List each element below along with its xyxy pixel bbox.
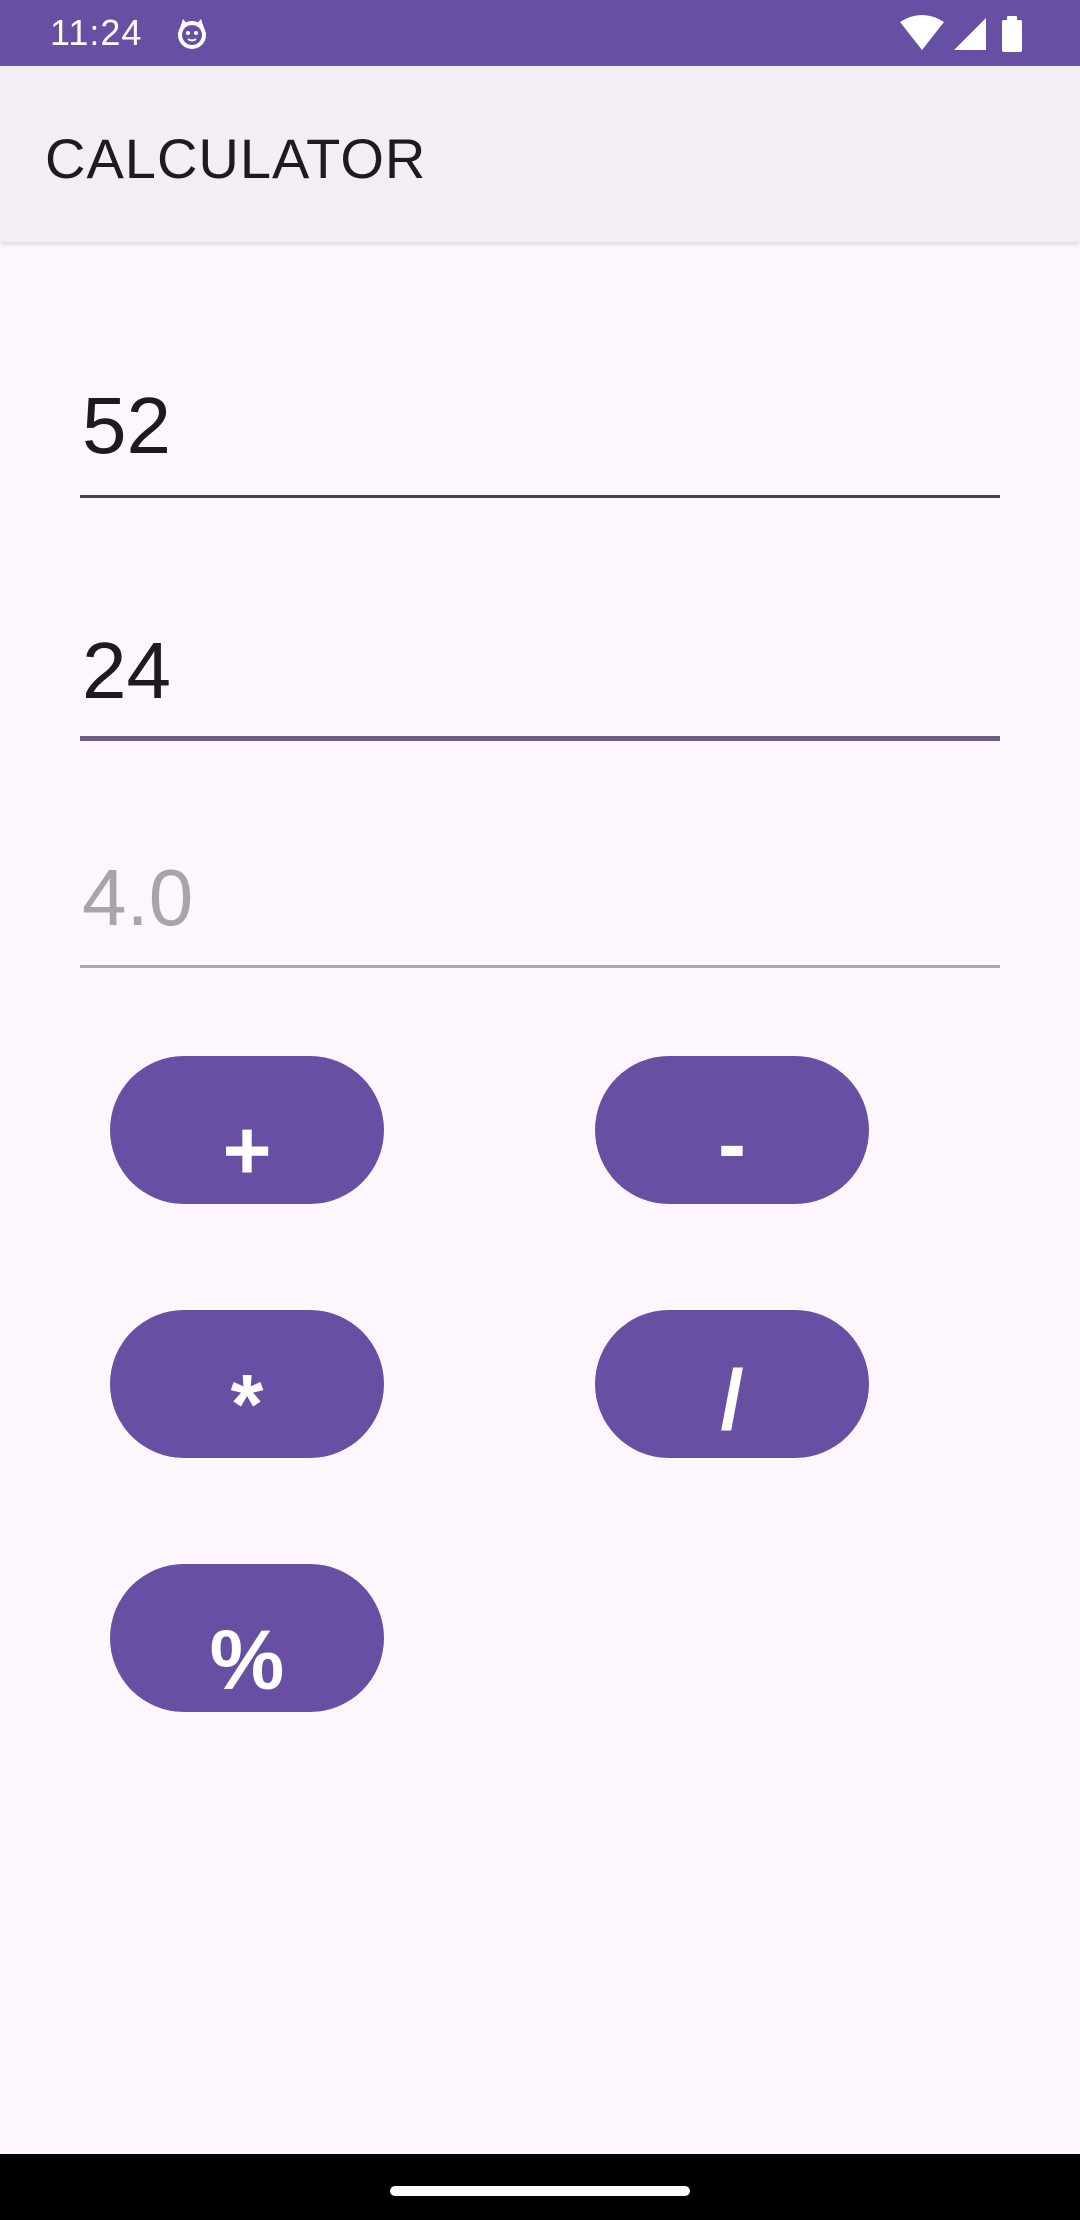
- divide-button[interactable]: /: [595, 1310, 869, 1458]
- result-field: 4.0: [80, 838, 1000, 978]
- multiply-button[interactable]: *: [110, 1310, 384, 1458]
- subtract-label: -: [718, 1097, 746, 1191]
- battery-icon: [1002, 16, 1022, 52]
- cat-notification-icon: [178, 19, 206, 49]
- second-number-underline: [80, 736, 1000, 741]
- app-title: CALCULATOR: [45, 127, 427, 190]
- add-button[interactable]: +: [110, 1056, 384, 1204]
- divide-label: /: [720, 1353, 744, 1447]
- add-label: +: [222, 1103, 272, 1197]
- status-time: 11:24: [50, 12, 143, 53]
- multiply-label: *: [230, 1357, 264, 1451]
- app-bar: CALCULATOR: [0, 66, 1080, 242]
- wifi-icon: [900, 15, 944, 50]
- first-number-underline: [80, 495, 1000, 498]
- first-number-value: 52: [82, 381, 171, 470]
- first-number-field[interactable]: 52: [80, 360, 1000, 500]
- result-value: 4.0: [82, 853, 194, 942]
- status-bar: 11:24: [0, 0, 1080, 66]
- modulo-button[interactable]: %: [110, 1564, 384, 1712]
- signal-icon: [954, 18, 986, 50]
- result-underline: [80, 965, 1000, 968]
- status-icons: [900, 15, 1022, 52]
- second-number-value: 24: [82, 626, 171, 715]
- second-number-field[interactable]: 24: [80, 605, 1000, 745]
- navigation-bar: [0, 2154, 1080, 2220]
- home-gesture-handle[interactable]: [390, 2186, 690, 2196]
- modulo-label: %: [209, 1613, 285, 1707]
- subtract-button[interactable]: -: [595, 1056, 869, 1204]
